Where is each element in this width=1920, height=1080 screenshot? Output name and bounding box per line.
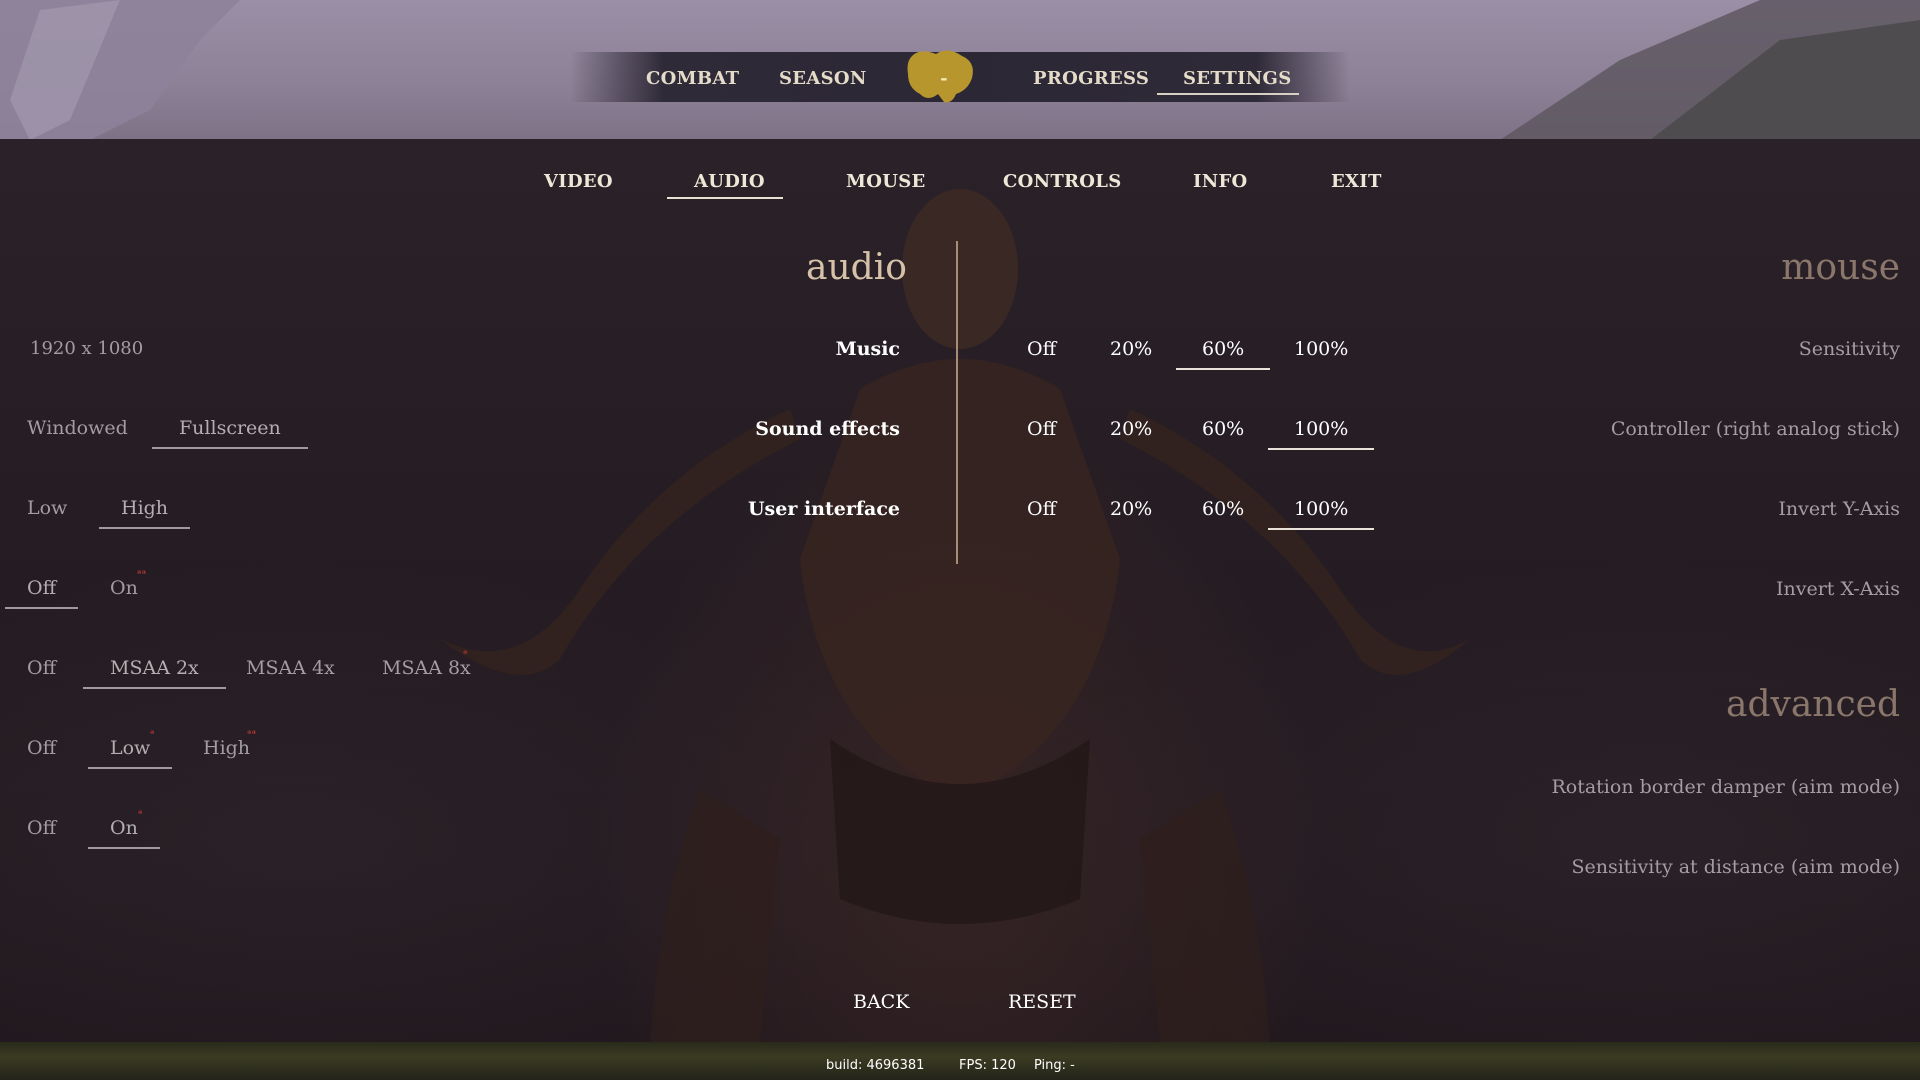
settings-panel-background — [0, 139, 1920, 1042]
antialiasing-off[interactable]: Off — [27, 656, 56, 680]
antialiasing-msaa-4x[interactable]: MSAA 4x — [246, 656, 335, 680]
nav-season[interactable]: SEASON — [779, 66, 866, 92]
toggle-1-on[interactable]: On — [110, 576, 138, 600]
music-label: Music — [835, 338, 900, 360]
quality-low[interactable]: Low — [27, 496, 67, 520]
mouse-heading: mouse — [1781, 247, 1900, 288]
invert-y-axis-label: Invert Y-Axis — [1778, 498, 1900, 520]
user-interface-label: User interface — [747, 498, 900, 520]
advanced-heading: advanced — [1725, 684, 1900, 725]
display-mode-fullscreen[interactable]: Fullscreen — [152, 416, 308, 449]
performance-warning-icon: ᵃ — [463, 649, 468, 660]
user-interface-off[interactable]: Off — [1027, 497, 1056, 521]
sound-effects-off[interactable]: Off — [1027, 417, 1056, 441]
build-info: build: 4696381 — [826, 1058, 925, 1073]
controller-label: Controller (right analog stick) — [1610, 418, 1900, 440]
antialiasing-msaa-2x[interactable]: MSAA 2x — [83, 656, 226, 689]
tab-exit[interactable]: EXIT — [1331, 169, 1381, 195]
nav-progress[interactable]: PROGRESS — [1033, 66, 1149, 92]
user-interface-20[interactable]: 20% — [1110, 497, 1152, 521]
user-interface-60[interactable]: 60% — [1202, 497, 1244, 521]
resolution-value[interactable]: 1920 x 1080 — [30, 337, 143, 361]
toggle-2-on[interactable]: On — [88, 816, 160, 849]
back-button[interactable]: BACK — [853, 990, 909, 1014]
game-settings-screen: COMBAT SEASON - PROGRESS SETTINGS VIDEO … — [0, 0, 1920, 1080]
toggle-1-off[interactable]: Off — [4, 576, 79, 609]
quality-high[interactable]: High — [98, 496, 191, 529]
rotation-border-damper-label: Rotation border damper (aim mode) — [1551, 776, 1900, 798]
level-low[interactable]: Low — [87, 736, 173, 769]
audio-heading: audio — [806, 247, 907, 288]
music-off[interactable]: Off — [1027, 337, 1056, 361]
emblem-mark: - — [940, 68, 948, 89]
sound-effects-100[interactable]: 100% — [1267, 417, 1375, 450]
performance-warning-icon: ᵃ — [138, 809, 143, 820]
nav-combat[interactable]: COMBAT — [646, 66, 739, 92]
user-interface-100[interactable]: 100% — [1267, 497, 1375, 530]
level-high[interactable]: High — [203, 736, 250, 760]
performance-warning-icon: ᵃ — [150, 729, 155, 740]
tab-mouse[interactable]: MOUSE — [846, 169, 925, 195]
tab-video[interactable]: VIDEO — [544, 169, 613, 195]
music-20[interactable]: 20% — [1110, 337, 1152, 361]
display-mode-windowed[interactable]: Windowed — [27, 416, 128, 440]
sound-effects-20[interactable]: 20% — [1110, 417, 1152, 441]
music-60[interactable]: 60% — [1175, 337, 1271, 370]
level-off[interactable]: Off — [27, 736, 56, 760]
tab-audio[interactable]: AUDIO — [667, 169, 783, 199]
antialiasing-msaa-8x[interactable]: MSAA 8x — [382, 656, 471, 680]
section-divider — [956, 241, 958, 564]
tab-controls[interactable]: CONTROLS — [1003, 169, 1121, 195]
music-100[interactable]: 100% — [1294, 337, 1348, 361]
sound-effects-60[interactable]: 60% — [1202, 417, 1244, 441]
performance-warning-icon: ᵃᵃ — [247, 729, 257, 740]
sound-effects-label: Sound effects — [755, 418, 900, 440]
performance-warning-icon: ᵃᵃ — [137, 569, 147, 580]
fps-counter: FPS: 120 — [959, 1058, 1016, 1073]
sensitivity-label: Sensitivity — [1798, 338, 1900, 360]
sensitivity-at-distance-label: Sensitivity at distance (aim mode) — [1571, 856, 1900, 878]
tab-info[interactable]: INFO — [1193, 169, 1247, 195]
nav-settings[interactable]: SETTINGS — [1157, 66, 1299, 95]
toggle-2-off[interactable]: Off — [27, 816, 56, 840]
reset-button[interactable]: RESET — [1008, 990, 1076, 1014]
ping-indicator: Ping: - — [1034, 1058, 1075, 1073]
invert-x-axis-label: Invert X-Axis — [1775, 578, 1900, 600]
